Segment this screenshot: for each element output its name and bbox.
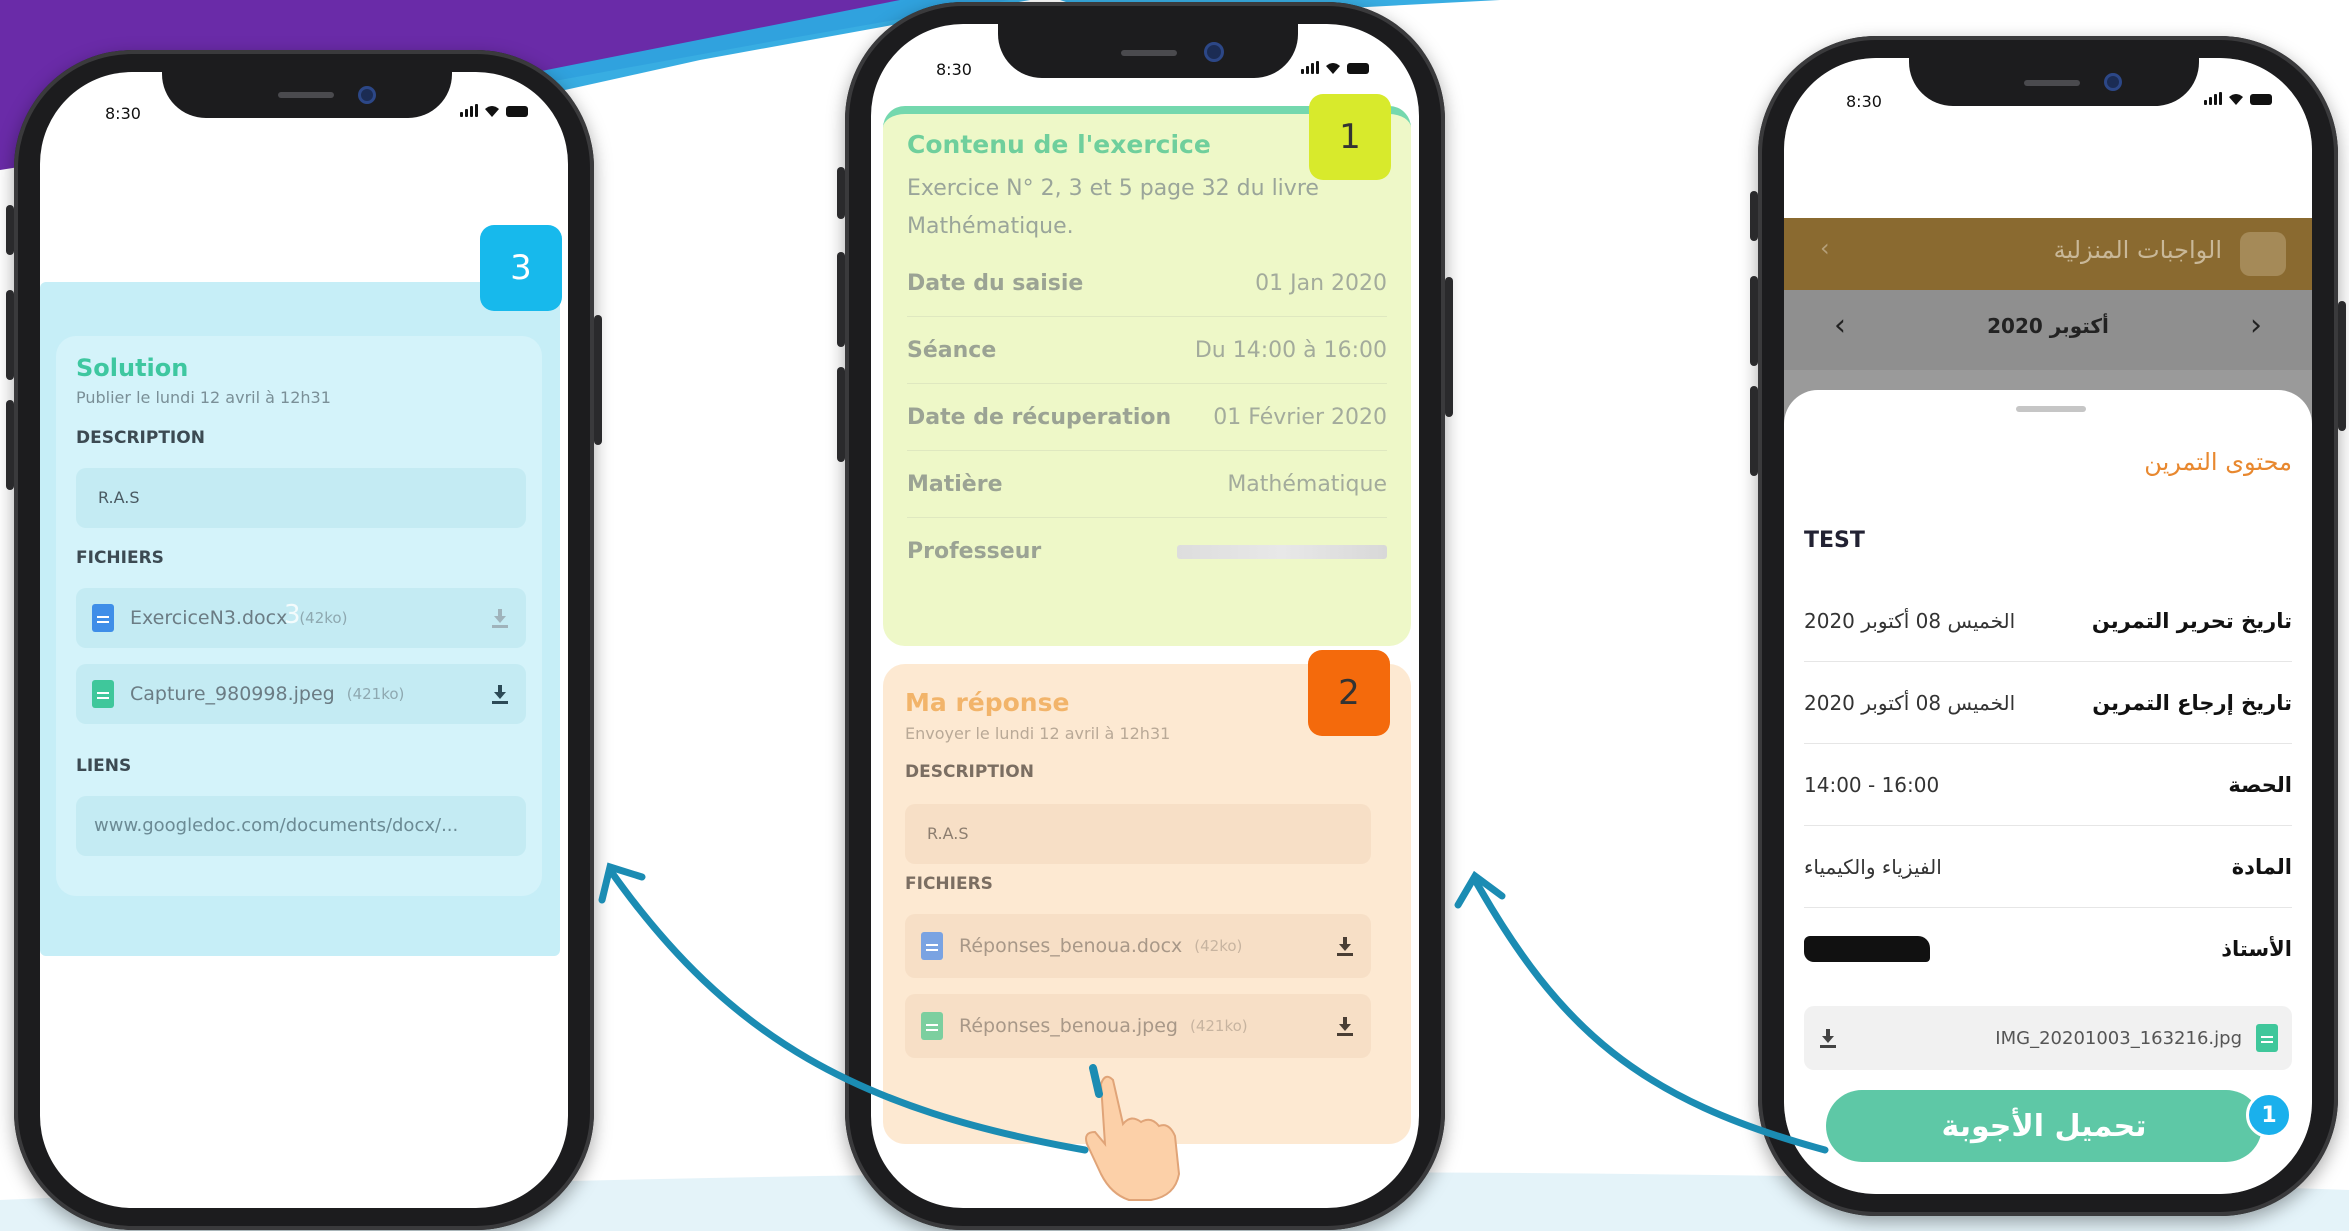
arrow-right-to-middle [1471,876,1829,1154]
arrow-middle-to-left [606,866,1089,1154]
flow-arrows [598,862,1829,1154]
